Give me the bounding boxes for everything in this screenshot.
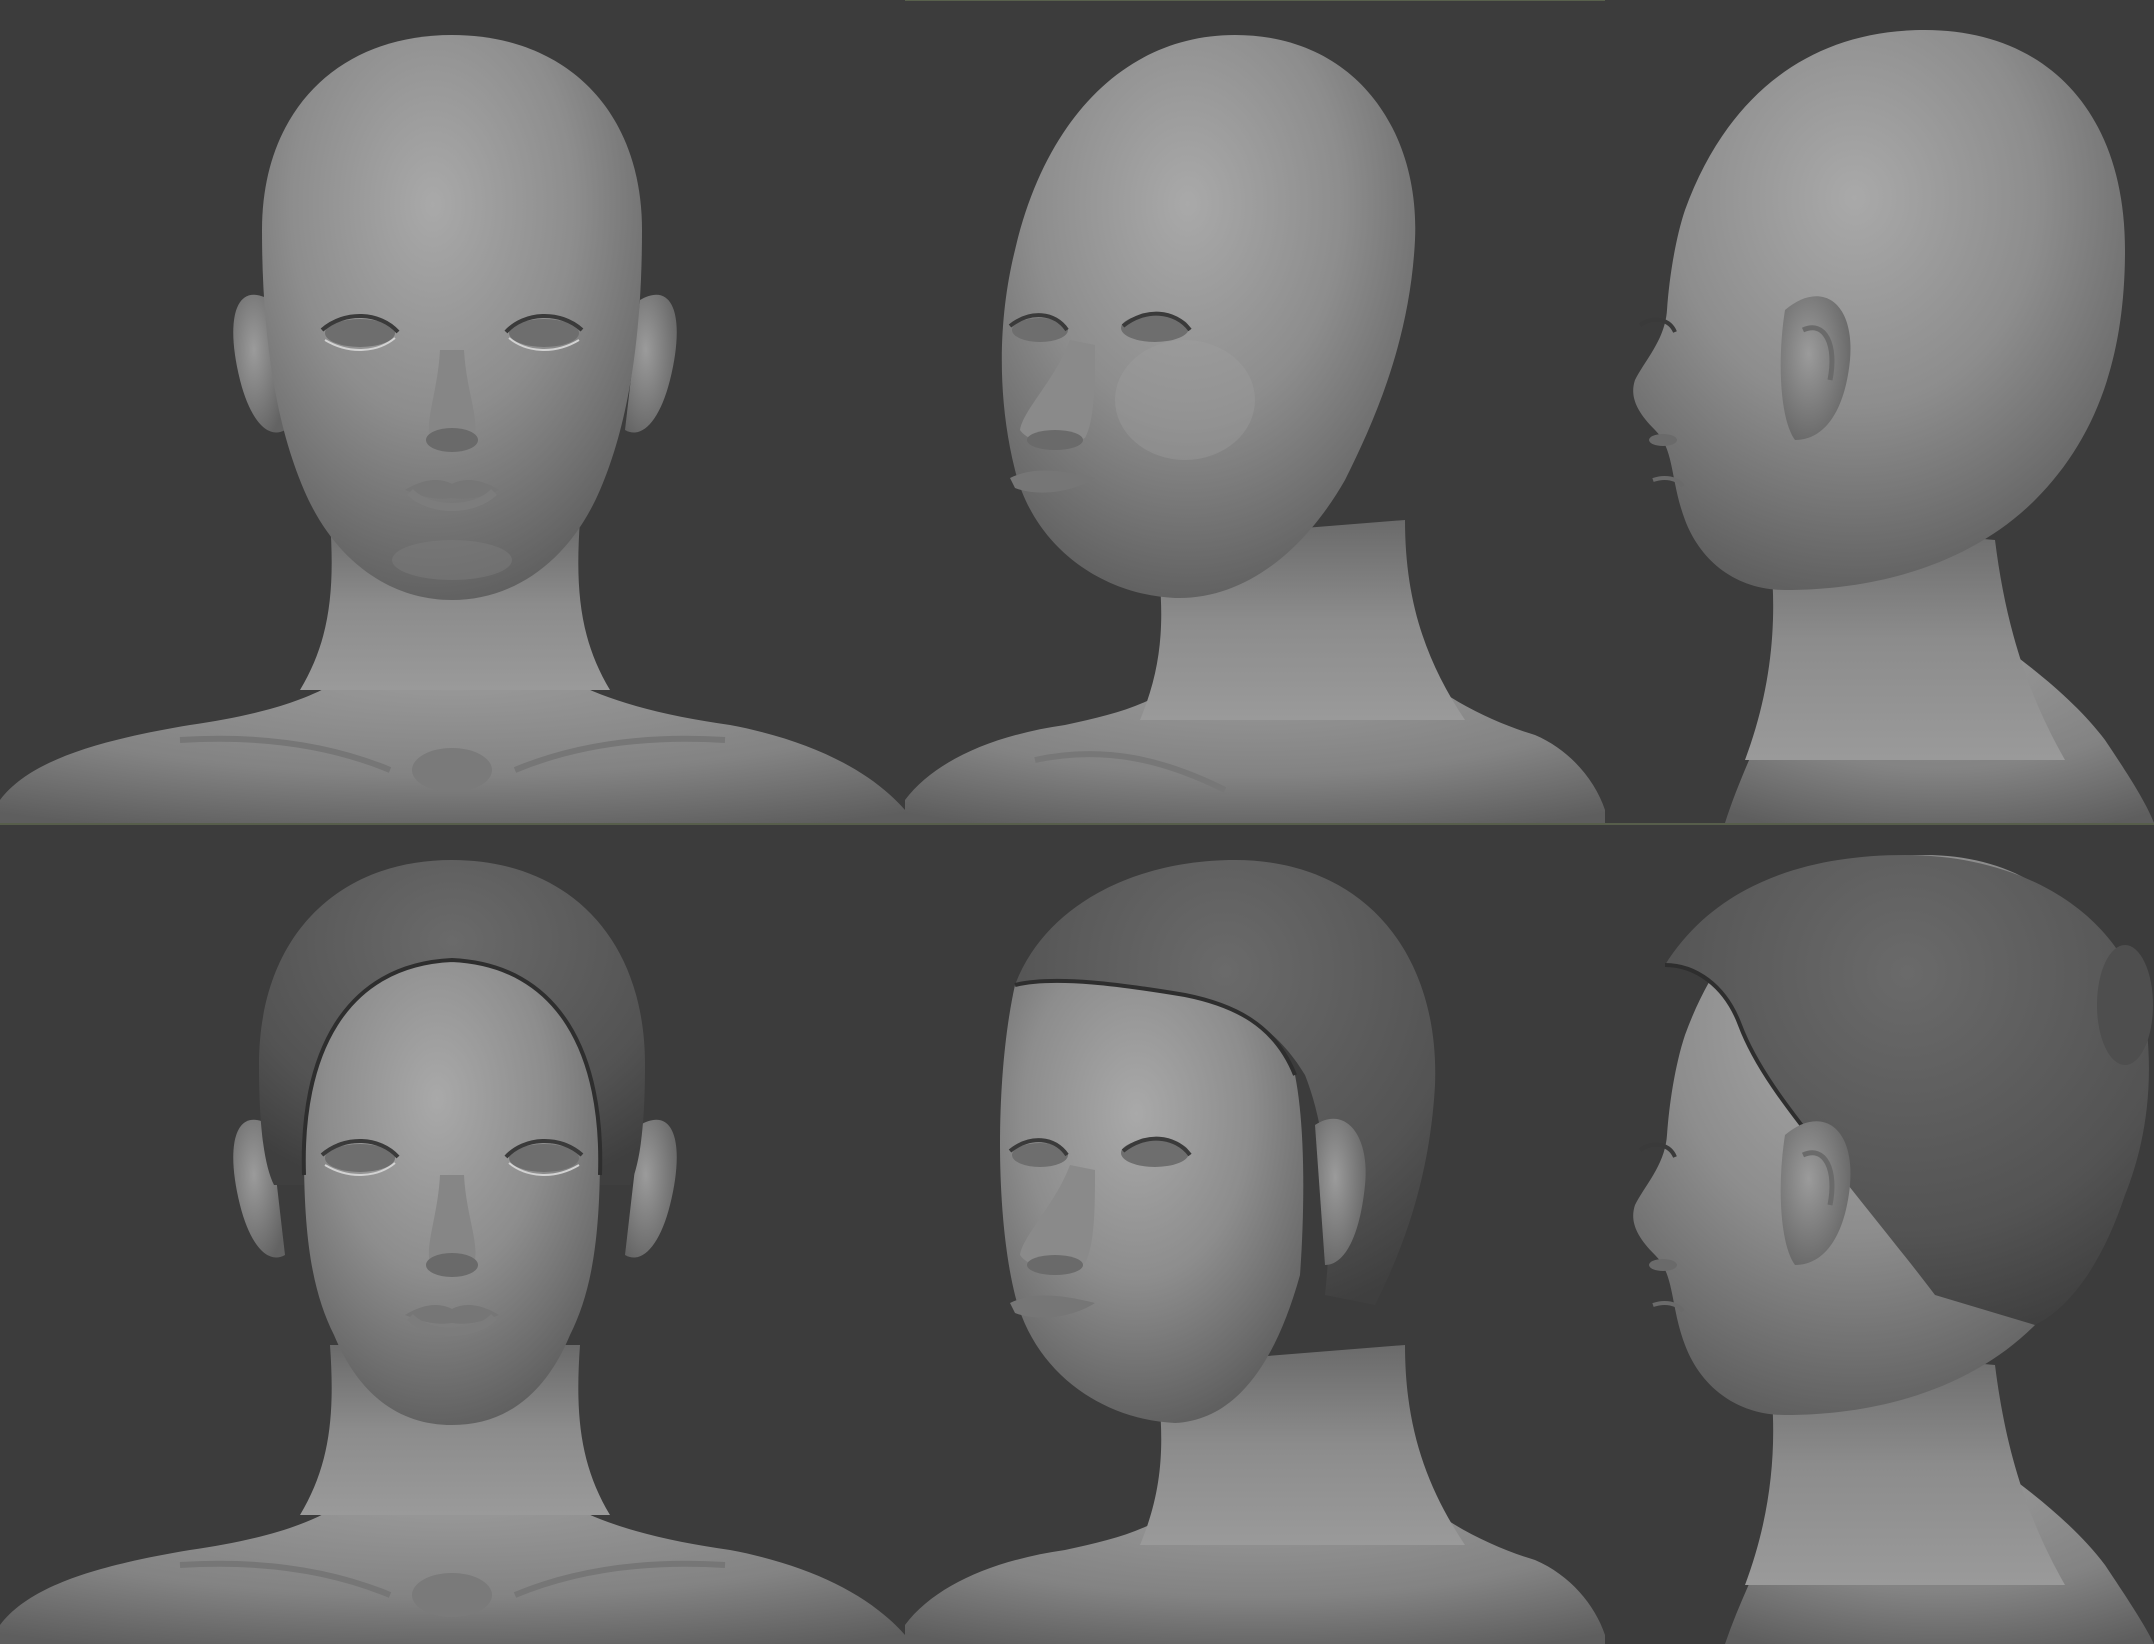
- view-hair-front: [0, 825, 905, 1644]
- view-bald-profile: [1605, 0, 2154, 823]
- view-bald-three-quarter: [905, 0, 1605, 823]
- reference-sheet: [0, 0, 2154, 1644]
- view-hair-profile: [1605, 825, 2154, 1644]
- view-hair-three-quarter: [905, 825, 1605, 1644]
- view-bald-front: [0, 0, 905, 823]
- top-rule: [905, 0, 1605, 1]
